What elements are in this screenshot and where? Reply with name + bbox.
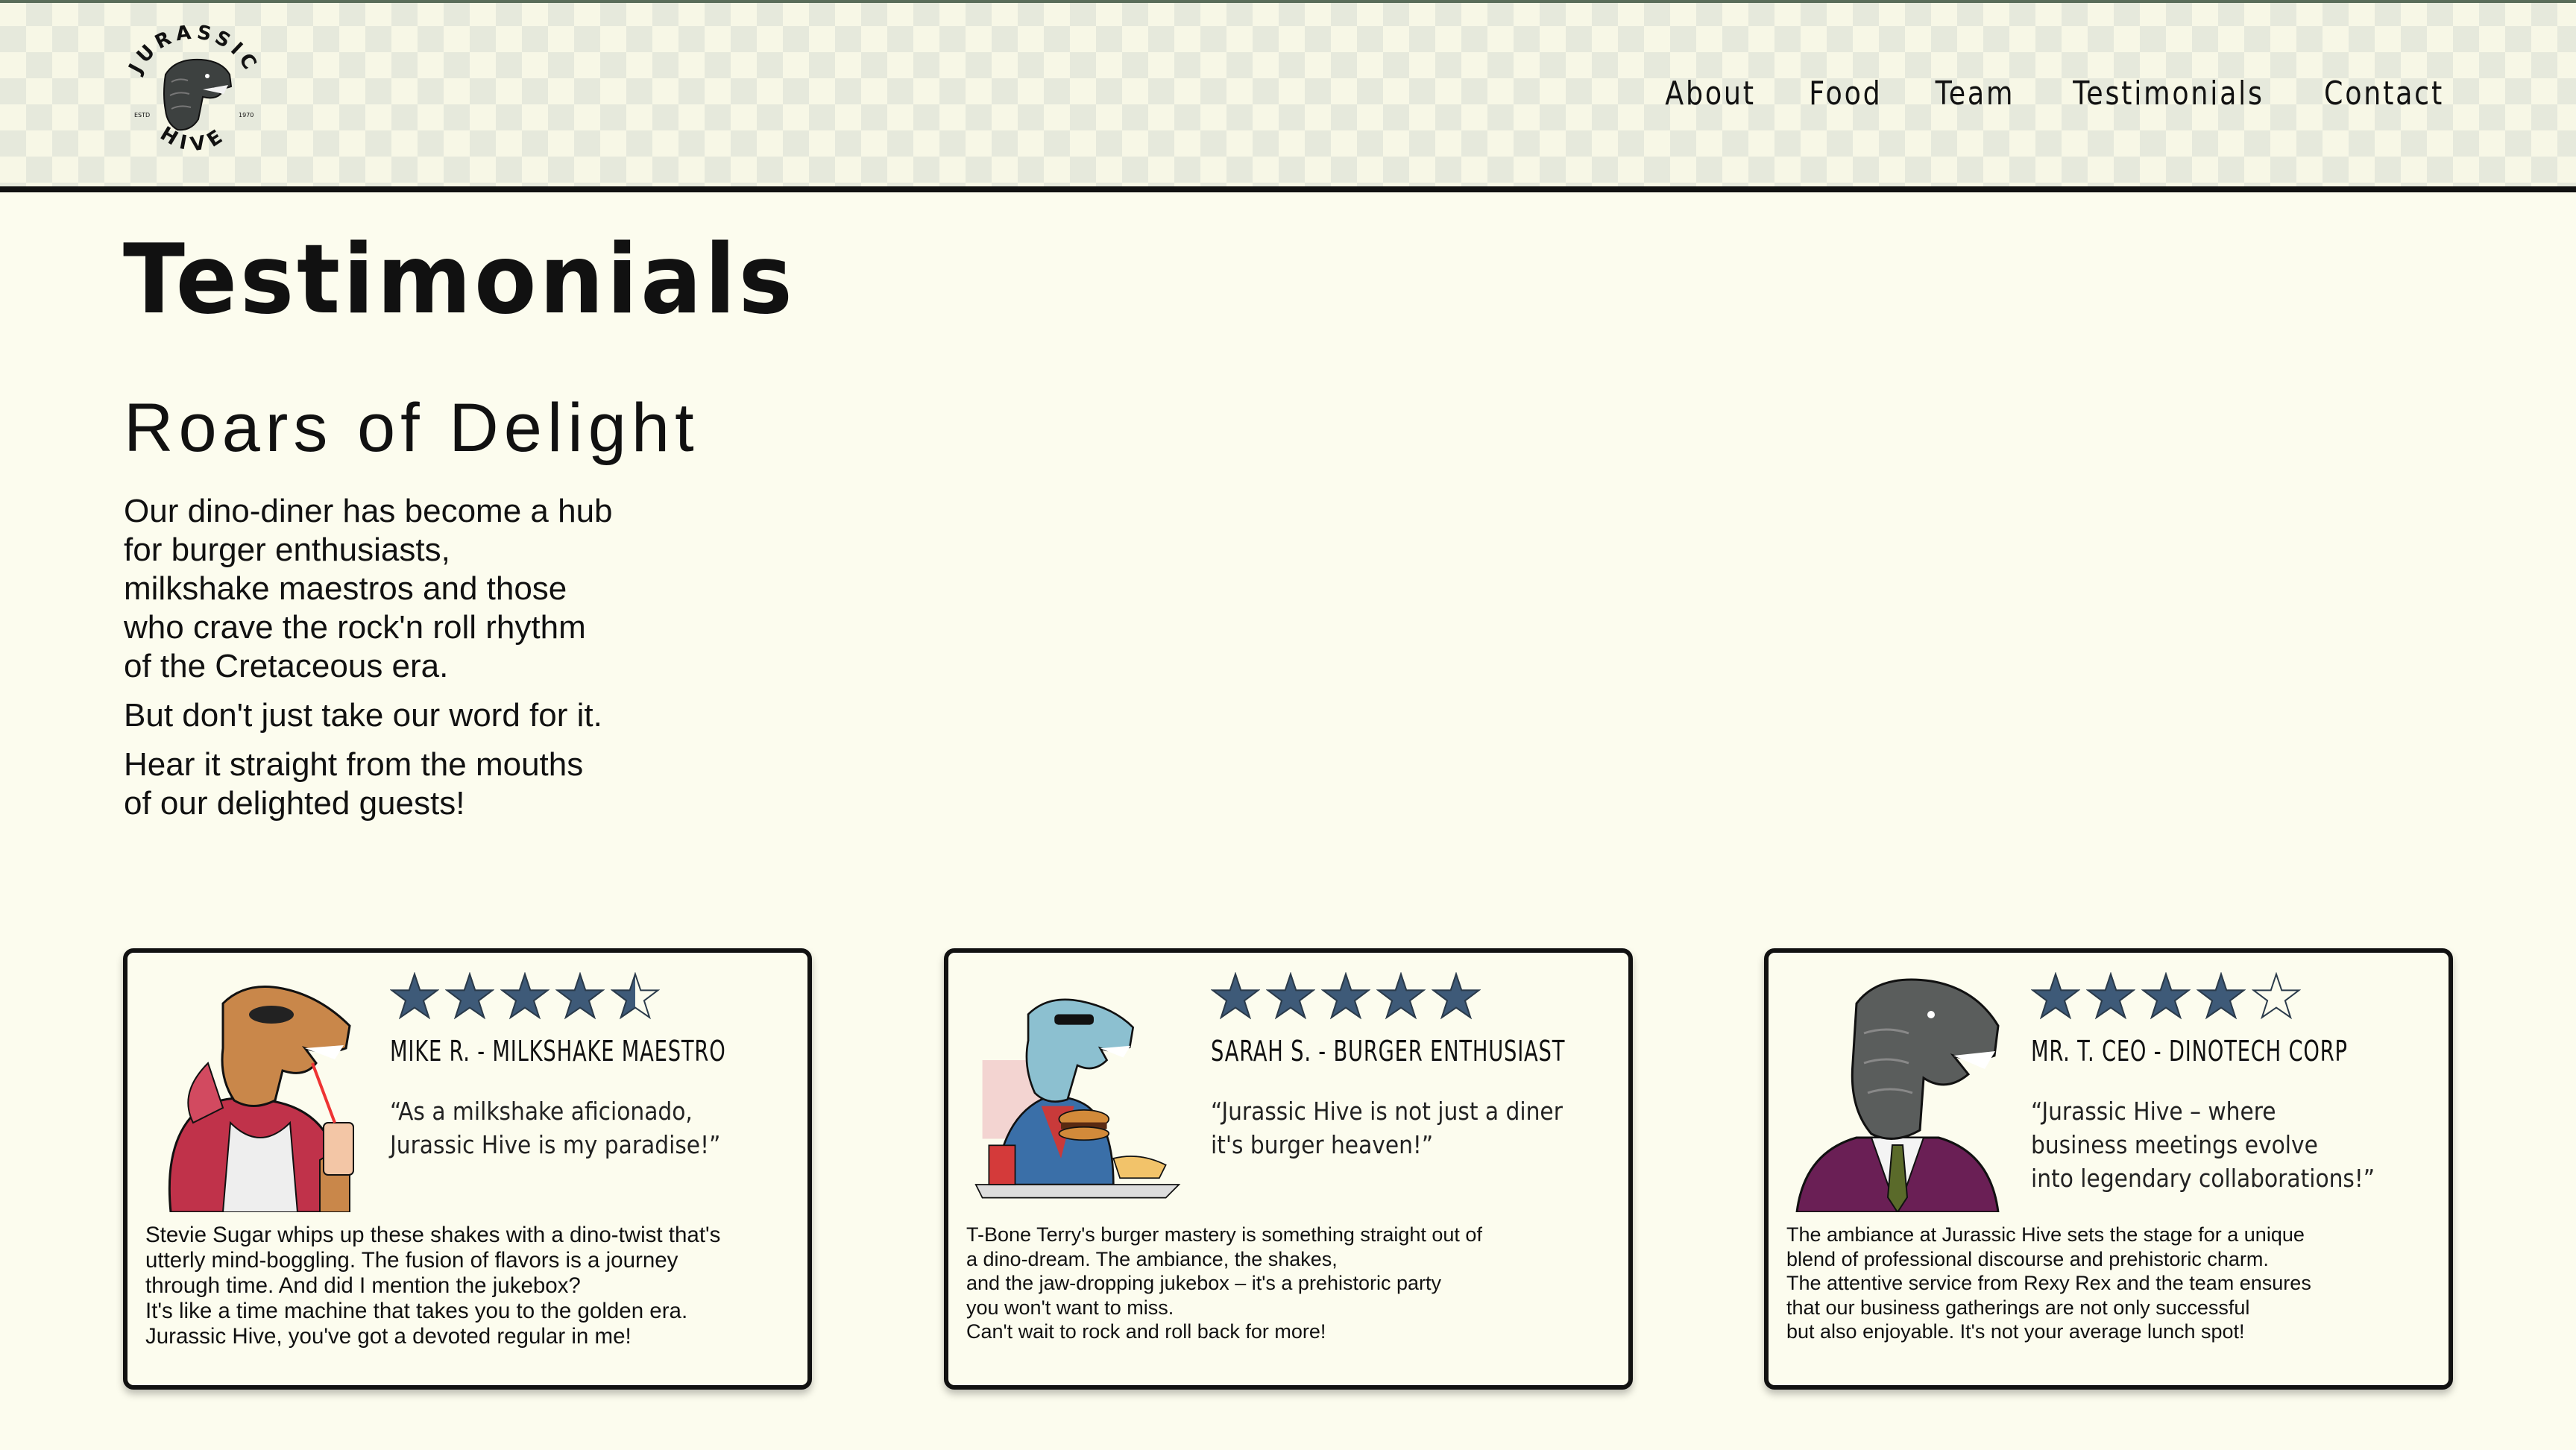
page-title: Testimonials xyxy=(123,224,796,335)
site-header: JURASSIC HIVE ESTD 1970 About Food Team … xyxy=(0,0,2576,192)
testimonial-quote: “As a milkshake aficionado, Jurassic Hiv… xyxy=(390,1097,721,1159)
testimonial-card: Mr. T. CEO - DinoTech Corp “Jurassic Hiv… xyxy=(1764,948,2453,1390)
reviewer-name: Sarah S. - Burger Enthusiast xyxy=(1211,1035,1566,1068)
testimonial-quote: “Jurassic Hive is not just a diner it's … xyxy=(1211,1097,1563,1159)
intro-paragraph: But don't just take our word for it. xyxy=(124,697,602,734)
star-full-icon xyxy=(555,972,605,1020)
star-full-icon xyxy=(390,972,439,1020)
svg-text:HIVE: HIVE xyxy=(157,123,232,157)
nav-about[interactable]: About xyxy=(1666,75,1756,113)
intro-text: Our dino-diner has become a hub for burg… xyxy=(124,492,690,833)
star-rating xyxy=(2031,972,2301,1021)
star-rating xyxy=(390,972,660,1021)
nav-contact[interactable]: Contact xyxy=(2324,75,2444,113)
star-rating xyxy=(1211,972,1481,1021)
star-full-icon xyxy=(2196,972,2246,1020)
testimonial-card: Sarah S. - Burger Enthusiast “Jurassic H… xyxy=(944,948,1633,1390)
testimonial-body: The ambiance at Jurassic Hive sets the s… xyxy=(1786,1223,2311,1343)
intro-paragraph: Our dino-diner has become a hub for burg… xyxy=(124,493,613,684)
jurassic-hive-logo[interactable]: JURASSIC HIVE ESTD 1970 xyxy=(119,21,268,171)
star-full-icon xyxy=(2141,972,2191,1020)
dino-hoodie-milkshake-icon xyxy=(168,986,354,1214)
star-full-icon xyxy=(445,972,494,1020)
testimonial-body: T-Bone Terry's burger mastery is somethi… xyxy=(966,1223,1482,1343)
intro-paragraph: Hear it straight from the mouths of our … xyxy=(124,746,584,822)
trex-business-suit-icon xyxy=(1795,978,2000,1215)
main-nav: About Food Team Testimonials Contact xyxy=(1661,75,2449,113)
dino-burger-portrait xyxy=(969,974,1185,1212)
reviewer-name: Mr. T. CEO - DinoTech Corp xyxy=(2031,1035,2348,1068)
trex-ceo-portrait xyxy=(1789,974,2006,1215)
testimonial-quote: “Jurassic Hive – where business meetings… xyxy=(2031,1097,2375,1193)
svg-text:1970: 1970 xyxy=(239,112,253,119)
star-full-icon xyxy=(1432,972,1481,1020)
dino-milkshake-portrait xyxy=(148,974,365,1214)
star-full-icon xyxy=(2086,972,2135,1020)
star-full-icon xyxy=(1321,972,1370,1020)
testimonial-body: Stevie Sugar whips up these shakes with … xyxy=(145,1223,721,1349)
reviewer-name: Mike R. - Milkshake Maestro xyxy=(390,1035,726,1068)
page-subtitle: Roars of Delight xyxy=(124,390,699,466)
star-full-icon xyxy=(1211,972,1260,1020)
nav-testimonials[interactable]: Testimonials xyxy=(2073,75,2264,113)
star-full-icon xyxy=(2031,972,2080,1020)
star-empty-icon xyxy=(2252,972,2301,1020)
star-full-icon xyxy=(1266,972,1315,1020)
star-full-icon xyxy=(1376,972,1426,1020)
testimonial-card: Mike R. - Milkshake Maestro “As a milksh… xyxy=(123,948,812,1390)
star-full-icon xyxy=(500,972,549,1020)
svg-text:ESTD: ESTD xyxy=(134,112,150,119)
dino-burger-sunglasses-icon xyxy=(974,998,1181,1199)
nav-team[interactable]: Team xyxy=(1936,75,2015,113)
star-half-icon xyxy=(611,972,660,1020)
nav-food[interactable]: Food xyxy=(1810,75,1883,113)
trex-logo-icon: JURASSIC HIVE ESTD 1970 xyxy=(124,21,258,157)
